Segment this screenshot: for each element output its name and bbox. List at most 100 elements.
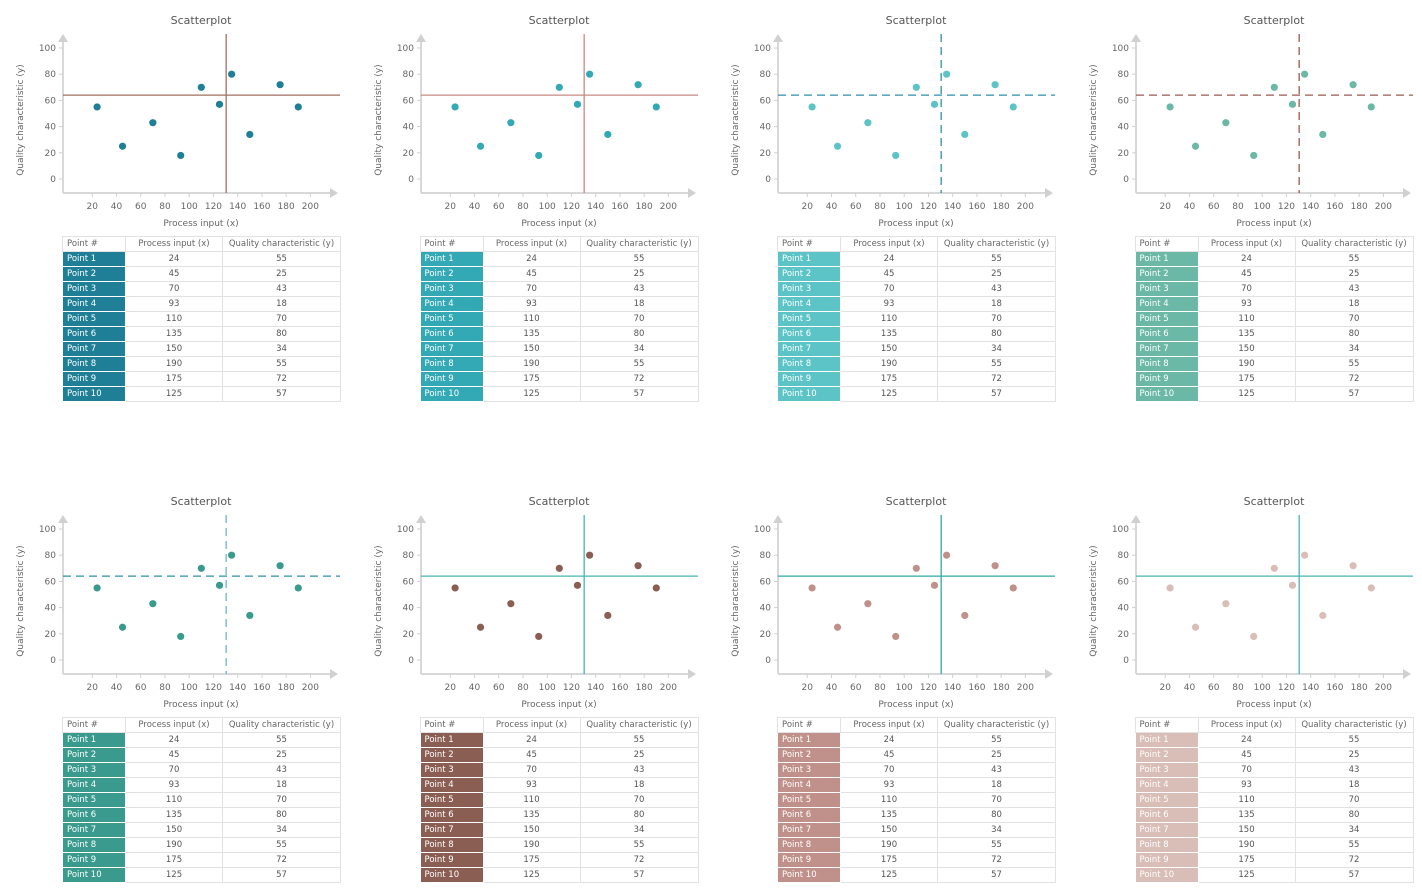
y-tick-label: 40 bbox=[1117, 123, 1129, 133]
data-point bbox=[930, 100, 939, 108]
process-input-cell: 110 bbox=[1197, 792, 1296, 808]
quality-characteristic-cell: 18 bbox=[579, 777, 699, 793]
point-label-cell: Point 9 bbox=[62, 852, 126, 868]
chart-panel: Scatterplot 0 20 40 60 80 100 20 40 60 80 100 120 140… bbox=[1073, 0, 1422, 410]
point-label-cell: Point 7 bbox=[419, 822, 484, 838]
y-tick-label: 100 bbox=[754, 44, 771, 54]
y-tick-label: 80 bbox=[402, 551, 414, 561]
table-row: Point 8 190 55 bbox=[777, 837, 1056, 853]
process-input-cell: 24 bbox=[125, 732, 223, 748]
process-input-cell: 45 bbox=[125, 747, 223, 763]
process-input-cell: 110 bbox=[840, 792, 938, 808]
data-point bbox=[294, 584, 302, 592]
table-row: Point 1 24 55 bbox=[777, 732, 1056, 748]
data-point bbox=[1165, 103, 1174, 111]
data-point bbox=[892, 151, 900, 160]
x-tick-label: 160 bbox=[611, 683, 628, 693]
process-input-cell: 110 bbox=[482, 311, 581, 327]
point-label-cell: Point 3 bbox=[419, 281, 484, 297]
table-row: Point 6 135 80 bbox=[419, 326, 699, 342]
x-tick-label: 140 bbox=[944, 202, 961, 212]
x-tick-label: 140 bbox=[1302, 683, 1319, 693]
x-tick-label: 180 bbox=[635, 202, 652, 212]
table-row: Point 5 110 70 bbox=[777, 311, 1056, 327]
table-row: Point 9 175 72 bbox=[1134, 852, 1414, 868]
quality-characteristic-cell: 43 bbox=[937, 762, 1056, 778]
x-tick-label: 180 bbox=[993, 202, 1010, 212]
data-point bbox=[246, 611, 254, 620]
quality-characteristic-cell: 55 bbox=[1294, 837, 1414, 853]
point-label-cell: Point 5 bbox=[62, 792, 126, 808]
data-point bbox=[1349, 562, 1357, 570]
process-input-cell: 93 bbox=[482, 777, 581, 793]
quality-characteristic-cell: 80 bbox=[579, 326, 699, 342]
data-point bbox=[652, 584, 660, 592]
y-axis-label: Quality characteristic (y) bbox=[731, 545, 741, 657]
table-row: Point 7 150 34 bbox=[62, 822, 341, 838]
process-input-cell: 190 bbox=[482, 356, 581, 372]
table-row: Point 8 190 55 bbox=[1134, 356, 1414, 372]
process-input-cell: 175 bbox=[1197, 852, 1296, 868]
x-tick-label: 180 bbox=[278, 202, 295, 212]
process-input-cell: 70 bbox=[840, 762, 938, 778]
process-input-cell: 45 bbox=[125, 266, 223, 282]
table-row: Point 10 125 57 bbox=[1134, 867, 1414, 883]
quality-characteristic-cell: 55 bbox=[222, 837, 341, 853]
x-tick-label: 160 bbox=[253, 202, 270, 212]
quality-characteristic-cell: 57 bbox=[222, 867, 341, 883]
data-point bbox=[1249, 632, 1257, 641]
table-row: Point 1 24 55 bbox=[419, 732, 699, 748]
y-tick-label: 100 bbox=[1111, 44, 1128, 54]
process-input-cell: 110 bbox=[125, 792, 223, 808]
point-label-cell: Point 4 bbox=[1134, 296, 1199, 312]
data-point bbox=[555, 564, 563, 572]
quality-characteristic-cell: 70 bbox=[222, 311, 341, 327]
column-header: Point # bbox=[419, 236, 484, 252]
process-input-cell: 135 bbox=[125, 807, 223, 823]
x-axis-arrow-icon bbox=[330, 188, 338, 198]
x-tick-label: 100 bbox=[896, 683, 913, 693]
x-tick-label: 140 bbox=[587, 683, 604, 693]
point-label-cell: Point 4 bbox=[777, 296, 841, 312]
data-point bbox=[276, 562, 284, 570]
quality-characteristic-cell: 25 bbox=[579, 266, 699, 282]
x-tick-label: 200 bbox=[659, 683, 676, 693]
x-tick-label: 100 bbox=[181, 202, 198, 212]
x-axis-label: Process input (x) bbox=[1236, 219, 1311, 229]
data-point bbox=[450, 584, 459, 592]
data-point bbox=[1191, 142, 1199, 150]
process-input-cell: 150 bbox=[840, 822, 938, 838]
process-input-cell: 70 bbox=[1197, 281, 1296, 297]
table-row: Point 1 24 55 bbox=[62, 732, 341, 748]
quality-characteristic-cell: 70 bbox=[937, 311, 1056, 327]
quality-characteristic-cell: 25 bbox=[937, 266, 1056, 282]
quality-characteristic-cell: 25 bbox=[579, 747, 699, 763]
table-header-row: Point # Process input (x) Quality characte… bbox=[419, 236, 699, 252]
table-row: Point 3 70 43 bbox=[419, 281, 699, 297]
quality-characteristic-cell: 80 bbox=[937, 326, 1056, 342]
point-label-cell: Point 9 bbox=[62, 371, 126, 387]
process-input-cell: 70 bbox=[482, 762, 581, 778]
table-row: Point 7 150 34 bbox=[419, 341, 699, 357]
process-input-cell: 125 bbox=[840, 867, 938, 883]
quality-characteristic-cell: 72 bbox=[579, 852, 699, 868]
process-input-cell: 125 bbox=[482, 386, 581, 402]
y-tick-label: 0 bbox=[765, 175, 771, 185]
x-tick-label: 100 bbox=[181, 683, 198, 693]
data-point bbox=[177, 151, 185, 160]
quality-characteristic-cell: 25 bbox=[1294, 266, 1414, 282]
process-input-cell: 135 bbox=[482, 326, 581, 342]
x-tick-label: 40 bbox=[468, 202, 480, 212]
scatterplot: Scatterplot 0 20 40 60 80 100 20 40 60 80 100 120 140… bbox=[1089, 14, 1413, 229]
point-label-cell: Point 6 bbox=[1134, 326, 1199, 342]
quality-characteristic-cell: 55 bbox=[1294, 732, 1414, 748]
table-row: Point 6 135 80 bbox=[419, 807, 699, 823]
x-tick-label: 80 bbox=[159, 683, 171, 693]
x-tick-label: 120 bbox=[205, 202, 222, 212]
data-point bbox=[930, 581, 939, 589]
chart-panel: Scatterplot 0 20 40 60 80 100 20 40 60 80 100 120 140… bbox=[358, 0, 715, 410]
x-axis-label: Process input (x) bbox=[163, 219, 238, 229]
point-label-cell: Point 5 bbox=[777, 311, 841, 327]
data-point bbox=[506, 600, 514, 608]
y-tick-label: 60 bbox=[760, 96, 772, 106]
